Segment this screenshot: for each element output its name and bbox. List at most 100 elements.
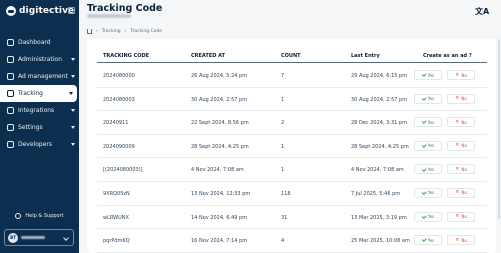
yes-button[interactable]: Yes xyxy=(414,140,442,151)
home-icon[interactable] xyxy=(87,29,92,34)
caret-down-icon xyxy=(71,58,75,61)
yes-label: Yes xyxy=(427,214,435,220)
ad-icon xyxy=(7,73,14,80)
sidebar-item-label: Tracking xyxy=(18,90,43,97)
count-cell: 31 xyxy=(281,214,288,221)
check-icon xyxy=(421,237,427,242)
no-button[interactable]: × No xyxy=(447,140,475,151)
caret-down-icon xyxy=(69,92,73,95)
table-row: 9XRQ05zN 13 Nov 2024, 12:33 pm 118 7 Jul 20… xyxy=(97,182,487,206)
created-at-cell: 4 Nov 2024, 7:08 am xyxy=(191,167,244,174)
col-header-count: COUNT xyxy=(281,53,301,59)
sidebar-item-label: Administration xyxy=(18,56,62,63)
count-cell: 4 xyxy=(281,238,285,245)
brand[interactable]: digitective xyxy=(6,5,74,17)
check-icon xyxy=(421,95,427,101)
sidebar-item-developers[interactable]: Developers xyxy=(0,136,79,153)
yes-button[interactable]: Yes xyxy=(414,70,442,80)
code-icon xyxy=(7,141,14,148)
yes-button[interactable]: Yes xyxy=(414,211,442,222)
col-header-create-ad: Create as an ad ? xyxy=(423,53,472,59)
breadcrumb-item-tracking[interactable]: Tracking xyxy=(102,29,121,34)
yes-button[interactable]: Yes xyxy=(414,117,442,128)
avatar: BT xyxy=(8,232,18,243)
no-button[interactable]: × No xyxy=(447,164,475,175)
user-menu[interactable]: BT xyxy=(4,229,74,246)
no-button[interactable]: × No xyxy=(447,70,475,80)
table-body: 2024080000 26 Aug 2024, 5:24 pm 7 29 Aug 20… xyxy=(97,64,487,253)
sidebar-item-label: Ad management xyxy=(18,73,68,80)
check-icon xyxy=(421,213,427,219)
settings-icon xyxy=(7,56,14,63)
no-button[interactable]: × No xyxy=(447,93,475,104)
no-button[interactable]: × No xyxy=(447,117,475,128)
created-at-cell: 14 Nov 2024, 6:49 pm xyxy=(191,214,248,221)
page-title: Tracking Code xyxy=(87,3,163,14)
help-support-label: Help & Support xyxy=(25,213,64,219)
tracking-code-cell: 2024090009 xyxy=(103,143,135,150)
tracking-code-cell: 20240911 xyxy=(103,120,129,127)
yes-button[interactable]: Yes xyxy=(414,93,442,104)
close-icon: × xyxy=(455,189,460,196)
count-cell: 1 xyxy=(281,167,285,174)
count-cell: 1 xyxy=(281,143,285,150)
tracking-code-cell: [(2024080003)] xyxy=(103,167,143,174)
no-button[interactable]: × No xyxy=(447,187,475,198)
yes-label: Yes xyxy=(427,72,435,78)
no-button[interactable]: × No xyxy=(447,235,475,246)
created-at-cell: 16 Nov 2024, 7:14 pm xyxy=(191,238,248,245)
close-icon: × xyxy=(455,71,460,78)
sidebar-collapse-icon[interactable] xyxy=(68,7,75,14)
brand-name: digitective xyxy=(19,6,75,16)
chevron-down-icon xyxy=(63,235,69,241)
sidebar-item-integrations[interactable]: Integrations xyxy=(0,102,79,119)
table-row: wLRWUNX 14 Nov 2024, 6:49 pm 31 13 Mar 2025… xyxy=(97,206,487,230)
no-label: No xyxy=(461,190,467,196)
sidebar-item-label: Settings xyxy=(18,124,43,131)
no-label: No xyxy=(461,119,467,125)
created-at-cell: 26 Aug 2024, 5:24 pm xyxy=(191,73,248,79)
help-support-link[interactable]: Help & Support xyxy=(0,211,79,221)
close-icon: × xyxy=(455,118,460,125)
sidebar-item-ad-management[interactable]: Ad management xyxy=(0,68,79,85)
tracking-code-cell: wLRWUNX xyxy=(103,214,129,221)
sidebar-item-administration[interactable]: Administration xyxy=(0,51,79,68)
breadcrumb: › Tracking › Tracking Code xyxy=(87,29,162,34)
sidebar-item-dashboard[interactable]: Dashboard xyxy=(0,34,79,51)
scrollbar[interactable] xyxy=(498,39,500,219)
count-cell: 2 xyxy=(281,120,285,127)
brand-logo-icon xyxy=(6,6,16,16)
last-entry-cell: 30 Aug 2024, 2:57 pm xyxy=(351,96,408,103)
yes-label: Yes xyxy=(427,119,435,125)
sidebar-item-settings[interactable]: Settings xyxy=(0,119,79,136)
table-row: 2024080003 30 Aug 2024, 2:57 pm 1 30 Aug 20… xyxy=(97,88,487,112)
no-label: No xyxy=(461,237,467,243)
sidebar-item-tracking[interactable]: Tracking xyxy=(0,85,77,102)
last-entry-cell: 25 Mar 2025, 10:08 am xyxy=(351,238,410,245)
no-button[interactable]: × No xyxy=(447,211,475,222)
table-row: 2024080000 26 Aug 2024, 5:24 pm 7 29 Aug 20… xyxy=(97,64,487,88)
tracking-icon xyxy=(7,90,14,97)
close-icon: × xyxy=(455,213,460,220)
help-icon xyxy=(15,213,22,219)
yes-button[interactable]: Yes xyxy=(414,164,442,175)
breadcrumb-separator: › xyxy=(124,29,127,34)
translate-icon[interactable]: 文A xyxy=(475,6,489,17)
home-icon xyxy=(7,39,14,46)
yes-button[interactable]: Yes xyxy=(414,187,442,198)
tracking-code-cell: pqrPdmKQ xyxy=(103,238,130,245)
created-at-cell: 13 Nov 2024, 12:33 pm xyxy=(191,190,251,197)
created-at-cell: 22 Sept 2024, 8:56 pm xyxy=(191,120,249,127)
integrations-icon xyxy=(7,107,14,114)
close-icon: × xyxy=(455,142,460,149)
tracking-code-cell: 2024080000 xyxy=(103,73,135,79)
table-header: TRACKING CODE CREATED AT COUNT Last Entr… xyxy=(97,53,487,63)
table-row: 20240911 22 Sept 2024, 8:56 pm 2 28 Dec 202… xyxy=(97,111,487,135)
caret-down-icon xyxy=(71,75,75,78)
yes-label: Yes xyxy=(427,190,435,196)
check-icon xyxy=(421,190,427,195)
user-name-redacted xyxy=(21,236,45,239)
yes-button[interactable]: Yes xyxy=(414,235,442,246)
created-at-cell: 30 Aug 2024, 2:57 pm xyxy=(191,96,248,103)
table-row: pqrPdmKQ 16 Nov 2024, 7:14 pm 4 25 Mar 2025… xyxy=(97,229,487,253)
